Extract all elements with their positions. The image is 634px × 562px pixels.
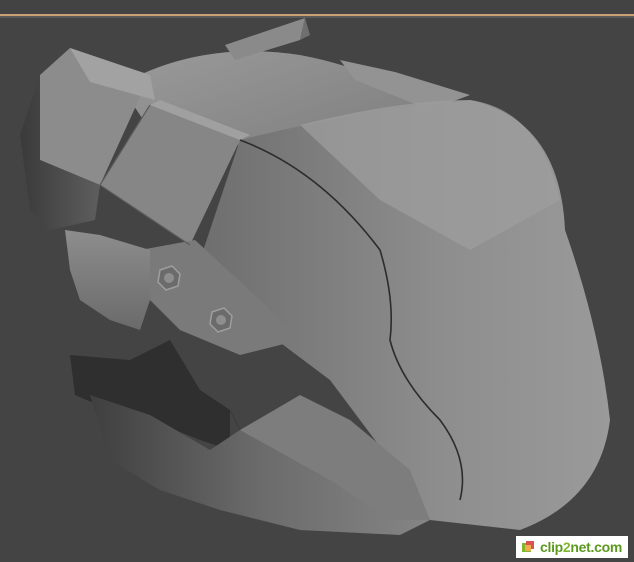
watermark-text: clip2net.com	[540, 539, 622, 555]
helmet-front-panel	[65, 230, 150, 330]
helmet-model	[20, 18, 610, 535]
3d-viewport[interactable]: clip2net.com	[0, 0, 634, 562]
watermark: clip2net.com	[516, 536, 628, 558]
clip2net-logo-icon	[520, 539, 536, 555]
